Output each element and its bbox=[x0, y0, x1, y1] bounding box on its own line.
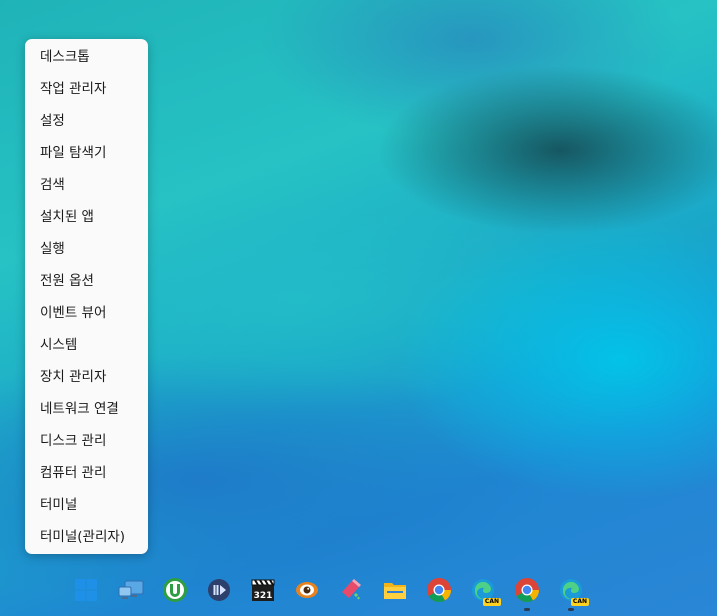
taskbar: 321 CAN CAN bbox=[0, 568, 717, 616]
menu-item-network-connections[interactable]: 네트워크 연결 bbox=[25, 393, 148, 425]
menu-item-settings[interactable]: 설정 bbox=[25, 105, 148, 137]
media-player-icon[interactable] bbox=[201, 572, 237, 608]
menu-item-terminal[interactable]: 터미널 bbox=[25, 489, 148, 521]
utorrent-icon[interactable] bbox=[157, 572, 193, 608]
edge-canary-icon-2[interactable]: CAN bbox=[553, 572, 589, 611]
menu-item-terminal-admin[interactable]: 터미널(관리자) bbox=[25, 521, 148, 553]
menu-item-file-explorer[interactable]: 파일 탐색기 bbox=[25, 137, 148, 169]
menu-item-system[interactable]: 시스템 bbox=[25, 329, 148, 361]
menu-item-task-manager[interactable]: 작업 관리자 bbox=[25, 73, 148, 105]
running-indicator-2 bbox=[568, 608, 574, 611]
chrome-icon[interactable] bbox=[421, 572, 457, 608]
menu-item-device-manager[interactable]: 장치 관리자 bbox=[25, 361, 148, 393]
menu-item-search[interactable]: 검색 bbox=[25, 169, 148, 201]
desktop-wallpaper: 데스크톱 작업 관리자 설정 파일 탐색기 검색 설치된 앱 실행 전원 옵션 … bbox=[0, 0, 717, 616]
edge-canary-icon[interactable]: CAN bbox=[465, 572, 501, 608]
running-indicator bbox=[524, 608, 530, 611]
chrome-icon-2[interactable] bbox=[509, 572, 545, 611]
start-context-menu: 데스크톱 작업 관리자 설정 파일 탐색기 검색 설치된 앱 실행 전원 옵션 … bbox=[25, 39, 148, 554]
start-windows-icon[interactable] bbox=[68, 572, 104, 608]
remote-desktop-icon[interactable] bbox=[113, 572, 149, 608]
file-explorer-icon[interactable] bbox=[377, 572, 413, 608]
menu-item-event-viewer[interactable]: 이벤트 뷰어 bbox=[25, 297, 148, 329]
eye-viewer-icon[interactable] bbox=[289, 572, 325, 608]
canary-badge-2: CAN bbox=[570, 598, 589, 606]
canary-badge: CAN bbox=[482, 598, 501, 606]
menu-item-desktop[interactable]: 데스크톱 bbox=[25, 41, 148, 73]
menu-item-installed-apps[interactable]: 설치된 앱 bbox=[25, 201, 148, 233]
media-player-classic-icon[interactable]: 321 bbox=[245, 572, 281, 608]
menu-item-computer-management[interactable]: 컴퓨터 관리 bbox=[25, 457, 148, 489]
menu-item-run[interactable]: 실행 bbox=[25, 233, 148, 265]
paint-app-icon[interactable] bbox=[333, 572, 369, 608]
menu-item-power-options[interactable]: 전원 옵션 bbox=[25, 265, 148, 297]
menu-item-disk-management[interactable]: 디스크 관리 bbox=[25, 425, 148, 457]
clapper-number: 321 bbox=[254, 591, 273, 601]
